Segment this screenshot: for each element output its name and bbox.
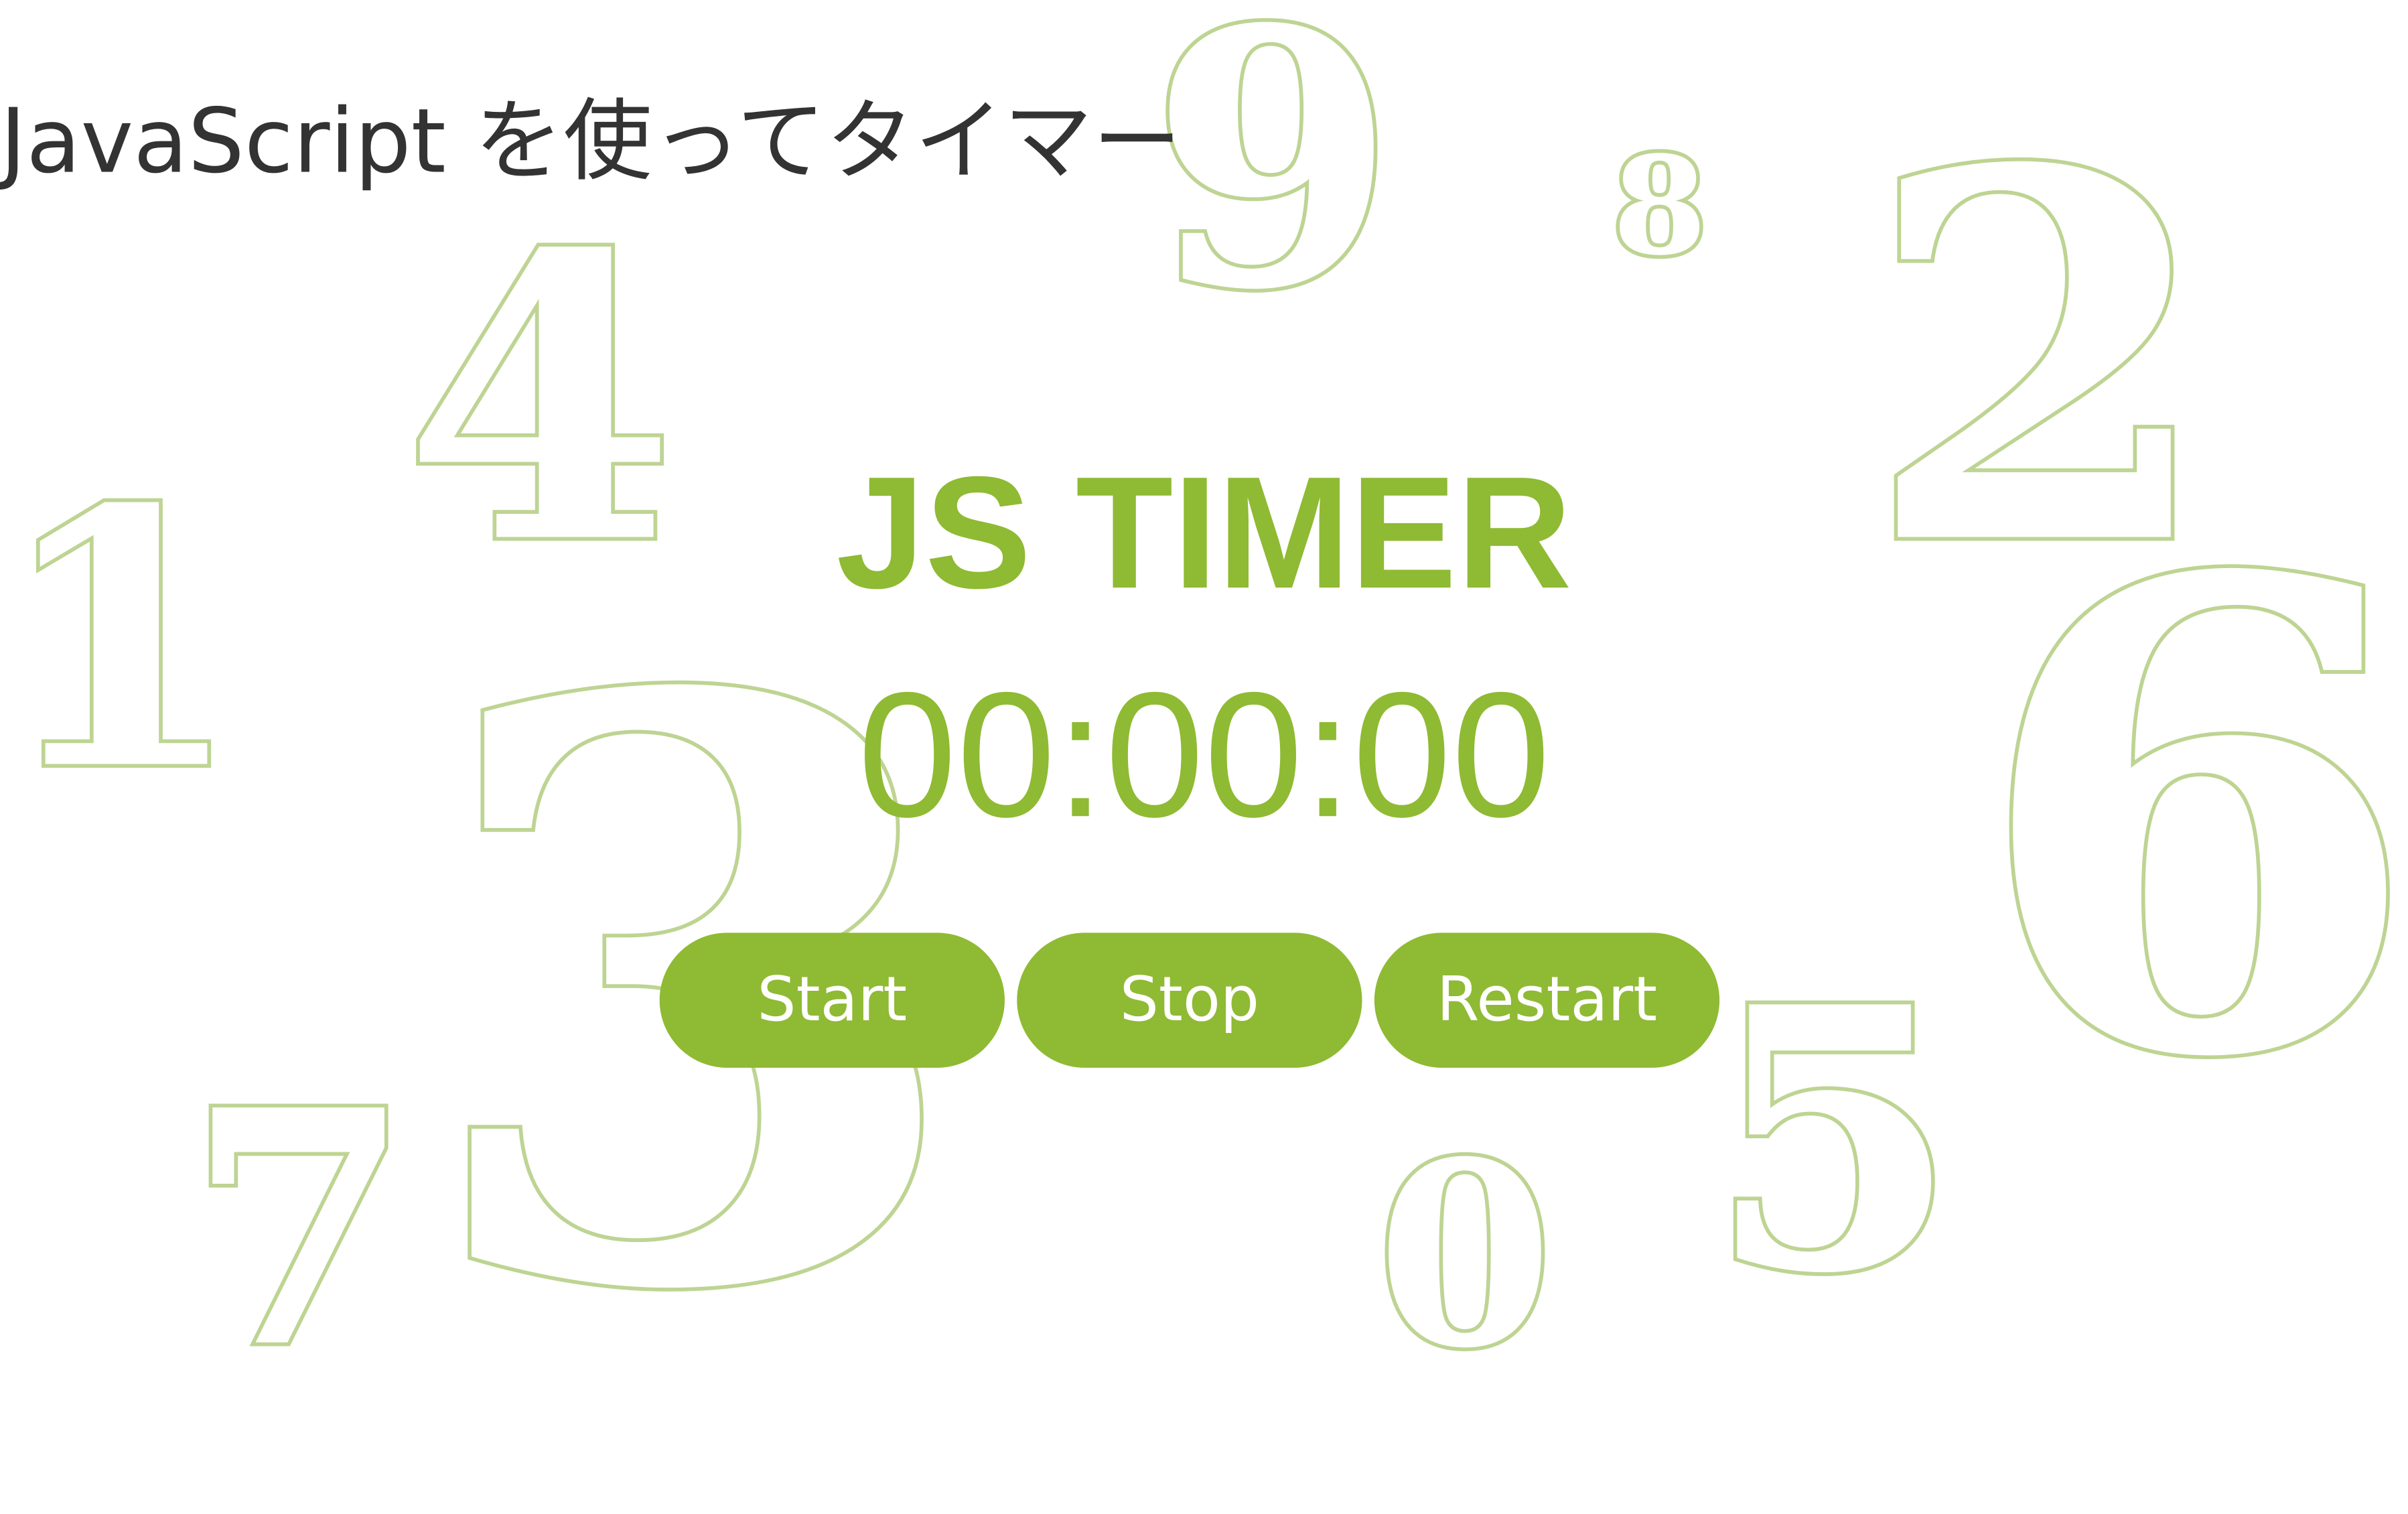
decorative-digit-0: 0	[1376, 1107, 1553, 1404]
page-heading: JavaScript を使ってタイマー	[0, 88, 1182, 194]
start-button[interactable]: Start	[659, 933, 1005, 1068]
stop-button[interactable]: Stop	[1017, 933, 1362, 1068]
restart-button[interactable]: Restart	[1374, 933, 1720, 1068]
timer-display: 00:00:00	[857, 655, 1551, 855]
decorative-digit-7: 7	[187, 1040, 411, 1419]
decorative-digit-8: 8	[1613, 127, 1707, 285]
decorative-digit-5: 5	[1707, 929, 1958, 1353]
decorative-digit-9: 9	[1150, 0, 1395, 368]
timer-title: JS TIMER	[836, 445, 1572, 623]
timer-page: JavaScript を使ってタイマー 9 8 4 2 1 3 6 7 0 5 …	[0, 0, 2408, 1513]
